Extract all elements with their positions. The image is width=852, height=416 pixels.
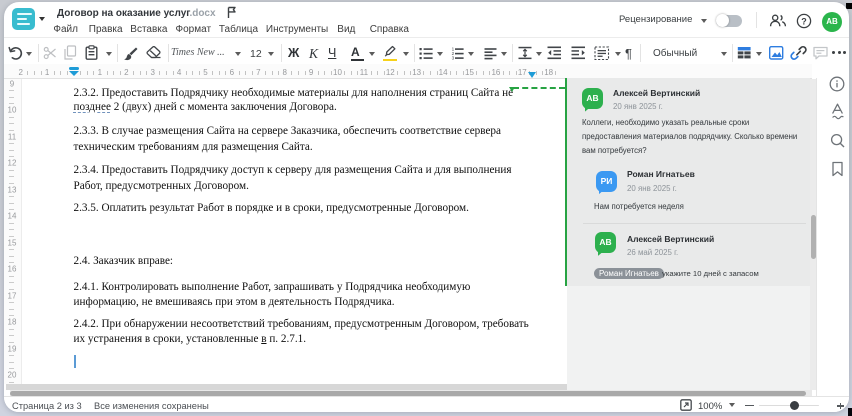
svg-text:3: 3 — [452, 56, 455, 60]
svg-text:?: ? — [801, 16, 807, 26]
